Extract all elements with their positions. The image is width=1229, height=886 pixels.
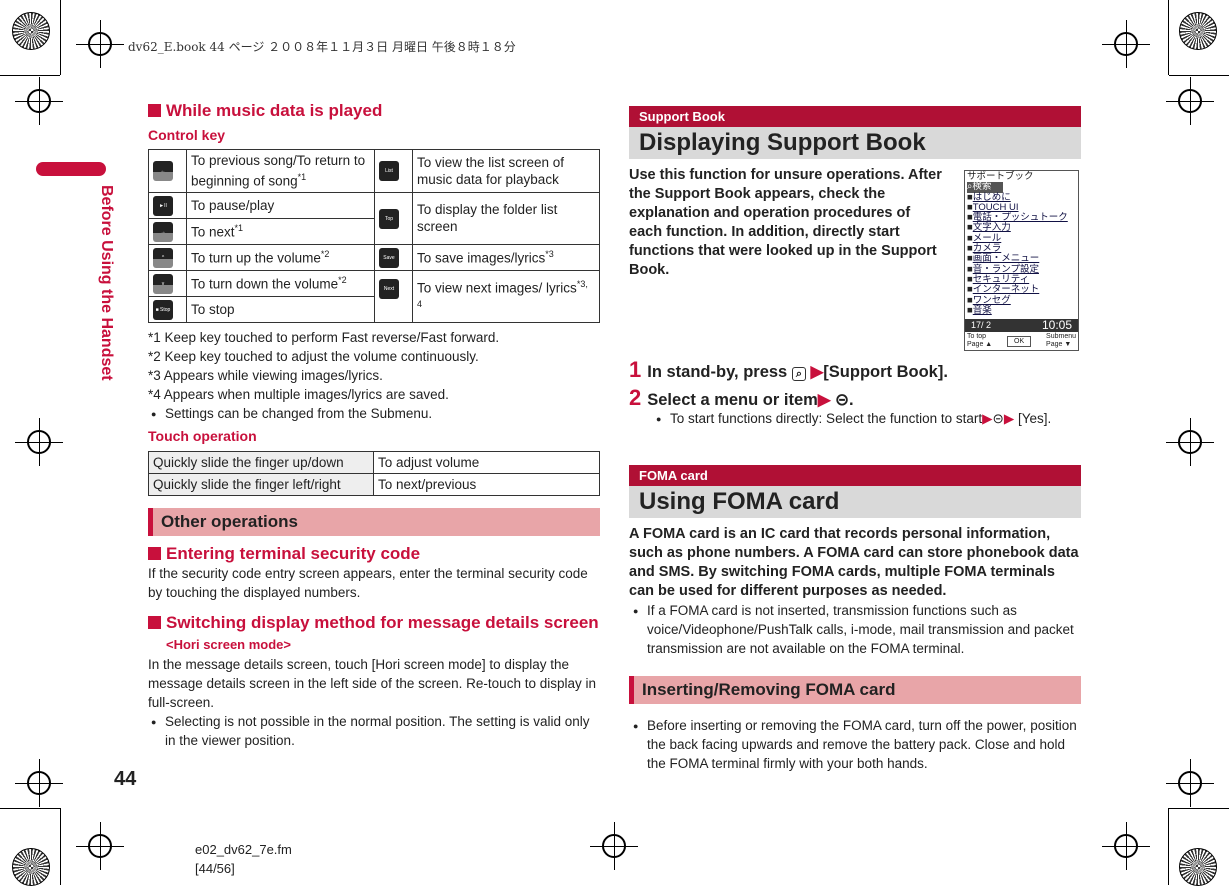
- arrow-icon: ▶: [810, 363, 824, 381]
- volume-up-key-icon: ^: [153, 247, 173, 268]
- touch-operation-label: Touch operation: [148, 427, 257, 444]
- stop-key-icon: ■ Stop: [153, 299, 173, 320]
- foma-tag: FOMA card: [629, 465, 1081, 486]
- support-book-title: Displaying Support Book: [629, 127, 1081, 159]
- list-key-icon: List: [379, 161, 399, 182]
- other-operations-band: Other operations: [148, 507, 600, 536]
- footnotes: *1 Keep key touched to perform Fast reve…: [148, 328, 600, 424]
- insert-band: Inserting/Removing FOMA card: [629, 676, 1081, 704]
- arrow-icon: ▶: [817, 391, 831, 409]
- switch-bullet: Selecting is not possible in the normal …: [151, 712, 600, 750]
- switch-text: In the message details screen, touch [Ho…: [148, 656, 596, 710]
- page-number: 44: [114, 768, 137, 790]
- screen-status-bar: 17/ 2 10:05: [965, 319, 1078, 332]
- foma-text: A FOMA card is an IC card that records p…: [629, 526, 1079, 599]
- side-title: Before Using the Handset: [98, 185, 115, 381]
- next-picture-key-icon: Next Picture: [379, 279, 399, 312]
- foma-title: Using FOMA card: [629, 486, 1081, 518]
- left-column: While music data is played Control key ←…: [148, 101, 600, 750]
- switch-heading: Switching display method for message det…: [148, 612, 600, 655]
- save-key-icon: Save: [379, 247, 399, 268]
- running-head: dv62_E.book 44 ページ ２００８年１１月３日 月曜日 午後８時１８…: [128, 40, 516, 54]
- support-book-screen: サポートブック ⌕検索 ■はじめに ■TOUCH UI ■電話・プッシュトーク ■文…: [964, 170, 1079, 351]
- page-range: [44/56]: [195, 861, 235, 876]
- control-key-table: ← To previous song/To return to beginning…: [148, 149, 600, 323]
- music-heading: While music data is played: [148, 101, 600, 121]
- support-book-tag: Support Book: [629, 106, 1081, 127]
- soft-key-ok: OK: [1007, 336, 1032, 347]
- foma-bullet: If a FOMA card is not inserted, transmis…: [633, 601, 1081, 658]
- play-pause-key-icon: ►II: [153, 195, 173, 216]
- foma-section: FOMA card Using FOMA card A FOMA card is…: [629, 465, 1081, 773]
- section-tab: [36, 162, 106, 176]
- security-heading: Entering terminal security code: [148, 544, 600, 564]
- next-key-icon: →: [153, 221, 173, 242]
- control-key-label: Control key: [148, 127, 226, 143]
- soft-key-right: Submenu Page ▼: [1046, 333, 1076, 348]
- support-text: Use this function for unsure operations.…: [629, 167, 942, 278]
- previous-key-icon: ←: [153, 161, 173, 182]
- file-name: e02_dv62_7e.fm: [195, 842, 292, 857]
- security-text: If the security code entry screen appear…: [148, 565, 588, 600]
- step-1: 1 In stand-by, press ⌕ ▶[Support Book].: [629, 357, 948, 382]
- file-info: e02_dv62_7e.fm [44/56]: [195, 840, 292, 878]
- center-key-icon: ⊝: [835, 391, 849, 409]
- top-key-icon: Top: [379, 208, 399, 229]
- insert-bullet: Before inserting or removing the FOMA ca…: [633, 716, 1081, 773]
- search-key-icon: ⌕: [791, 367, 806, 381]
- touch-table: Quickly slide the finger up/down To adjus…: [148, 450, 600, 496]
- volume-down-key-icon: v: [153, 273, 173, 294]
- soft-key-left: To top Page ▲: [967, 333, 993, 348]
- step-2-bullet: To start functions directly: Select the …: [656, 409, 1065, 429]
- menu-item: ■音楽: [967, 304, 992, 316]
- step-2: 2 Select a menu or item▶ ⊝.: [629, 385, 854, 410]
